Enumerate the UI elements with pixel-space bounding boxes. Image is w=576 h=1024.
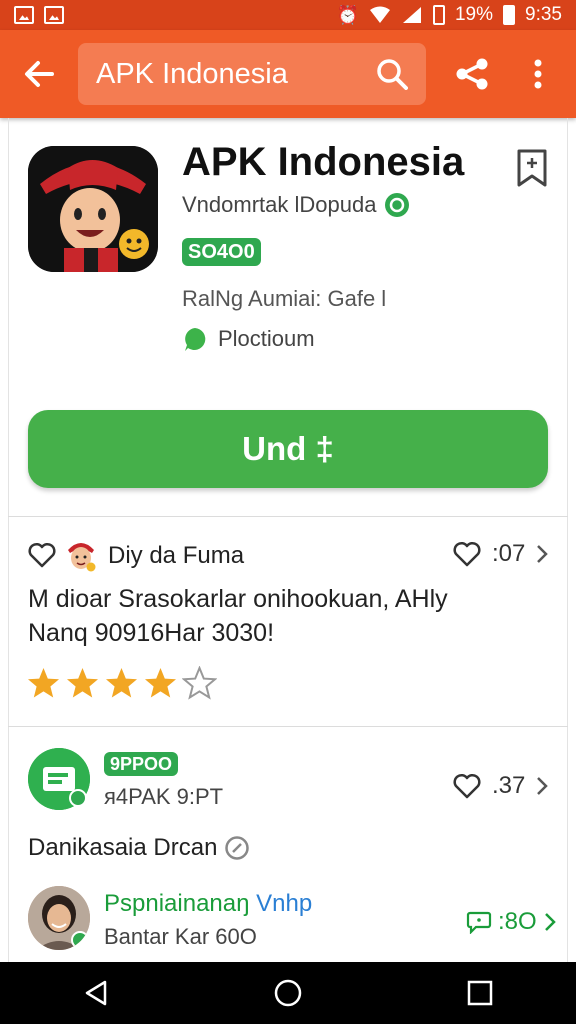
person-comment-count: :8O: [498, 908, 537, 935]
person-subtitle: Bantar Kar 60O: [104, 924, 257, 949]
mascot-logo: [28, 146, 158, 272]
version-badge: SO4O0: [182, 238, 261, 266]
item-like-count: .37: [492, 772, 526, 799]
review-like-count: :07: [492, 540, 526, 567]
comment-icon: [466, 911, 492, 934]
install-button[interactable]: Und ‡: [28, 410, 548, 488]
chevron-right-icon: [537, 545, 549, 563]
star-filled-icon: [106, 668, 137, 698]
person-name[interactable]: Pspniainanaŋ Vnhp: [104, 890, 312, 918]
star-filled-icon: [145, 668, 176, 698]
heart-icon[interactable]: [28, 541, 56, 569]
reviewer-avatar[interactable]: [66, 538, 96, 572]
battery-level-icon: [503, 5, 516, 25]
review-like-button[interactable]: :07: [452, 540, 549, 568]
nav-recents-button[interactable]: [450, 962, 510, 1024]
triangle-back-icon: [85, 980, 107, 1006]
more-options-button[interactable]: [518, 30, 558, 118]
review-text-line: M dioar Srasokarlar onihookuan, AHly: [28, 585, 448, 613]
search-query-text: APK Indonesia: [96, 57, 288, 90]
search-icon[interactable]: [376, 58, 408, 90]
status-bar: ⏰ 19% 9:35: [0, 0, 576, 30]
person-photo: [28, 886, 90, 950]
star-rating: [26, 666, 217, 701]
verified-icon: [385, 193, 410, 217]
signal-icon: [402, 7, 421, 23]
message-list-icon: [28, 748, 90, 810]
developer-name: Vndomrtak lDopuda: [182, 192, 377, 217]
card-border-left: [8, 118, 9, 962]
battery-icon: [432, 5, 445, 25]
app-bar: APK Indonesia: [0, 30, 576, 118]
image-notification-icon: [44, 6, 64, 24]
section-title: Danikasaia Drcan: [28, 834, 218, 861]
bookmark-icon[interactable]: [514, 148, 550, 188]
review-text-line: Nanq 90916Har 3030!: [28, 619, 275, 647]
square-recents-icon: [467, 980, 493, 1006]
share-icon: [456, 58, 488, 90]
category-line[interactable]: Ploctioum: [182, 326, 315, 352]
card-border-right: [567, 118, 568, 962]
person-name-link: Vnhp: [256, 890, 313, 917]
rating-info: RalNg Aumiai: Gafe l: [182, 286, 387, 311]
clock-time: 9:35: [525, 4, 562, 25]
star-filled-icon: [28, 668, 59, 698]
chevron-right-icon: [537, 777, 549, 795]
person-comment-button[interactable]: :8O: [466, 908, 557, 936]
star-empty-icon: [182, 666, 217, 700]
search-field[interactable]: APK Indonesia: [78, 43, 426, 105]
heart-outline-icon: [453, 541, 481, 567]
arrow-left-icon: [25, 61, 54, 87]
category-label: Ploctioum: [218, 326, 315, 351]
app-title: APK Indonesia: [182, 140, 465, 184]
share-button[interactable]: [426, 30, 518, 118]
circle-home-icon: [274, 979, 302, 1007]
chevron-right-icon: [544, 913, 556, 931]
wifi-icon: [369, 6, 390, 23]
nav-home-button[interactable]: [258, 962, 318, 1024]
divider: [8, 726, 568, 727]
nav-back-button[interactable]: [66, 962, 126, 1024]
more-vert-icon: [534, 59, 542, 89]
person-avatar[interactable]: [28, 886, 90, 950]
item-badge: 9PPOO: [104, 752, 179, 776]
back-button[interactable]: [0, 30, 78, 118]
reviewer-name: Diy da Fuma: [108, 542, 245, 569]
item-subtitle: ᴙ4PAK 9:PT: [104, 784, 224, 809]
verified-outline-icon: [225, 836, 250, 860]
app-icon: [28, 146, 158, 272]
system-nav-bar: [0, 962, 576, 1024]
star-filled-icon: [67, 668, 98, 698]
item-like-button[interactable]: .37: [452, 772, 549, 800]
chat-bubble-icon: [185, 328, 206, 351]
heart-outline-icon: [453, 773, 481, 799]
person-name-primary: Pspniainanaŋ: [104, 890, 250, 917]
review-text: M dioar Srasokarlar onihookuan, AHly Nan…: [28, 582, 548, 650]
alarm-icon: ⏰: [336, 4, 359, 25]
gallery-notification-icon: [14, 6, 34, 24]
divider: [8, 516, 568, 517]
item-icon[interactable]: [28, 748, 90, 810]
section-header: Danikasaia Drcan: [28, 834, 250, 862]
developer-line[interactable]: Vndomrtak lDopuda: [182, 192, 410, 218]
battery-percent: 19%: [454, 4, 494, 25]
